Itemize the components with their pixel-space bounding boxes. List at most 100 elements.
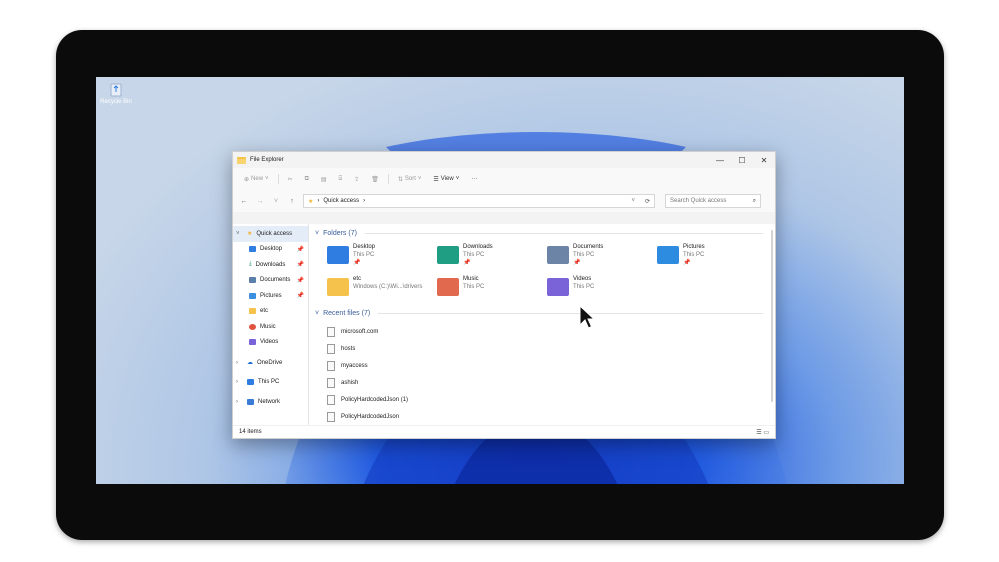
scissors-icon: ✂ bbox=[287, 176, 293, 183]
pin-icon: 📌 bbox=[683, 260, 691, 266]
nav-item-quick-access[interactable]: ˅ ★ Quick access bbox=[233, 226, 308, 242]
nav-item-downloads[interactable]: ⤓ Downloads 📌 bbox=[233, 257, 308, 273]
star-icon: ★ bbox=[247, 231, 253, 238]
nav-item-desktop[interactable]: Desktop 📌 bbox=[233, 242, 308, 258]
item-count: 14 items bbox=[239, 429, 262, 435]
folder-name: Desktop bbox=[353, 244, 376, 250]
pictures-icon bbox=[249, 292, 256, 299]
list-item[interactable]: myaccess bbox=[327, 357, 769, 374]
recycle-bin-shortcut[interactable]: Recycle Bin bbox=[98, 81, 134, 105]
folder-downloads[interactable]: Downloads This PC 📌 bbox=[437, 243, 547, 269]
list-item[interactable]: microsoft.com bbox=[327, 323, 769, 340]
list-item[interactable]: PolicyHardcodedJson (1) bbox=[327, 391, 769, 408]
desktop-screen: Recycle Bin File Explorer — ☐ ✕ ⊕ New ˅ … bbox=[96, 77, 904, 484]
chevron-right-icon[interactable]: › bbox=[236, 360, 243, 366]
sort-icon: ⇅ bbox=[397, 176, 403, 183]
address-box[interactable]: ★ › Quick access › ˅ ⟳ bbox=[303, 194, 655, 208]
refresh-icon[interactable]: ⟳ bbox=[645, 198, 650, 205]
minimize-button[interactable]: — bbox=[709, 156, 731, 165]
status-bar: 14 items ☰ ▭ bbox=[233, 425, 775, 438]
share-button[interactable]: ⇪ bbox=[351, 174, 362, 185]
file-explorer-icon bbox=[237, 156, 246, 164]
nav-item-onedrive[interactable]: › ☁ OneDrive bbox=[233, 355, 308, 371]
delete-button[interactable]: 🗑 bbox=[368, 174, 382, 185]
file-icon bbox=[327, 394, 335, 405]
divider bbox=[277, 174, 279, 184]
folder-documents[interactable]: Documents This PC 📌 bbox=[547, 243, 657, 269]
list-item[interactable]: hosts bbox=[327, 340, 769, 357]
trash-icon: 🗑 bbox=[371, 176, 379, 183]
cut-button[interactable]: ✂ bbox=[285, 174, 296, 185]
file-explorer-window[interactable]: File Explorer — ☐ ✕ ⊕ New ˅ ✂ ⧉ ▤ ⌸ ⇪ 🗑 … bbox=[232, 151, 776, 439]
view-toggle-icons[interactable]: ☰ ▭ bbox=[756, 429, 769, 436]
pin-icon: 📌 bbox=[296, 246, 304, 253]
folder-location: Windows (C:)\Wi...\drivers bbox=[353, 284, 423, 290]
back-arrow-icon[interactable]: ← bbox=[239, 198, 249, 205]
folder-music[interactable]: Music This PC bbox=[437, 275, 547, 301]
file-icon bbox=[327, 377, 335, 388]
file-name: ashish bbox=[341, 379, 359, 386]
nav-item-label: This PC bbox=[258, 379, 280, 386]
cloud-icon: ☁ bbox=[247, 360, 253, 367]
forward-arrow-icon[interactable]: → bbox=[255, 198, 265, 205]
folder-location: This PC bbox=[463, 284, 485, 290]
close-button[interactable]: ✕ bbox=[753, 156, 775, 165]
view-button[interactable]: ☰ View ˅ bbox=[430, 174, 462, 185]
up-arrow-icon[interactable]: ↑ bbox=[287, 198, 297, 205]
breadcrumb-chevron-icon: › bbox=[317, 198, 320, 204]
list-item[interactable]: ashish bbox=[327, 374, 769, 391]
more-options-button[interactable]: ··· bbox=[468, 174, 480, 184]
nav-item-network[interactable]: › Network bbox=[233, 394, 308, 410]
folders-section-header[interactable]: ˅ Folders (7) bbox=[315, 227, 769, 239]
chevron-right-icon[interactable]: › bbox=[236, 399, 243, 405]
nav-item-pictures[interactable]: Pictures 📌 bbox=[233, 288, 308, 304]
recent-files-section-title: Recent files (7) bbox=[323, 309, 371, 317]
nav-item-label: Documents bbox=[260, 277, 291, 284]
recent-files-section-header[interactable]: ˅ Recent files (7) bbox=[315, 307, 769, 319]
address-dropdown-icon[interactable]: ˅ bbox=[631, 198, 635, 204]
folder-desktop[interactable]: Desktop This PC 📌 bbox=[327, 243, 437, 269]
breadcrumb-chevron-icon: › bbox=[363, 198, 366, 204]
copy-button[interactable]: ⧉ bbox=[302, 174, 312, 185]
folders-section-title: Folders (7) bbox=[323, 229, 357, 237]
recent-locations-chevron-icon[interactable]: ˅ bbox=[271, 198, 281, 205]
nav-item-music[interactable]: Music bbox=[233, 319, 308, 335]
vertical-scrollbar[interactable] bbox=[771, 230, 773, 402]
nav-item-this-pc[interactable]: › This PC bbox=[233, 375, 308, 391]
breadcrumb-quick-access[interactable]: Quick access bbox=[323, 198, 359, 204]
folder-location: This PC bbox=[463, 252, 485, 258]
file-name: PolicyHardcodedJson (1) bbox=[341, 396, 409, 403]
nav-item-label: OneDrive bbox=[257, 359, 283, 366]
chevron-right-icon[interactable]: › bbox=[236, 379, 243, 385]
file-name: microsoft.com bbox=[341, 328, 379, 335]
folder-location: This PC bbox=[573, 252, 595, 258]
pin-icon: 📌 bbox=[353, 260, 361, 266]
file-name: myaccess bbox=[341, 362, 368, 369]
rename-button[interactable]: ⌸ bbox=[336, 174, 346, 185]
nav-item-etc[interactable]: etc bbox=[233, 304, 308, 320]
nav-item-videos[interactable]: Videos bbox=[233, 335, 308, 351]
paste-button[interactable]: ▤ bbox=[318, 174, 330, 185]
nav-item-documents[interactable]: Documents 📌 bbox=[233, 273, 308, 289]
maximize-button[interactable]: ☐ bbox=[731, 156, 753, 165]
chevron-down-icon: ˅ bbox=[315, 309, 320, 317]
file-icon bbox=[327, 360, 335, 371]
new-button[interactable]: ⊕ New ˅ bbox=[241, 174, 272, 185]
network-icon bbox=[247, 398, 254, 405]
view-label: View bbox=[440, 176, 454, 182]
folder-etc[interactable]: etc Windows (C:)\Wi...\drivers bbox=[327, 275, 437, 301]
nav-item-label: Music bbox=[260, 323, 276, 330]
folder-location: This PC bbox=[683, 252, 705, 258]
share-icon: ⇪ bbox=[354, 176, 360, 183]
folder-pictures[interactable]: Pictures This PC 📌 bbox=[657, 243, 767, 269]
search-input[interactable]: Search Quick access ⌕ bbox=[665, 194, 761, 208]
folder-videos[interactable]: Videos This PC bbox=[547, 275, 657, 301]
list-item[interactable]: PolicyHardcodedJson bbox=[327, 408, 769, 425]
folder-icon bbox=[249, 308, 256, 315]
pin-icon: 📌 bbox=[573, 260, 581, 266]
chevron-down-icon[interactable]: ˅ bbox=[236, 231, 243, 237]
nav-item-label: etc bbox=[260, 308, 269, 315]
nav-item-label: Network bbox=[258, 398, 281, 405]
sort-button[interactable]: ⇅ Sort ˅ bbox=[395, 174, 425, 185]
title-bar[interactable]: File Explorer — ☐ ✕ bbox=[233, 152, 775, 168]
